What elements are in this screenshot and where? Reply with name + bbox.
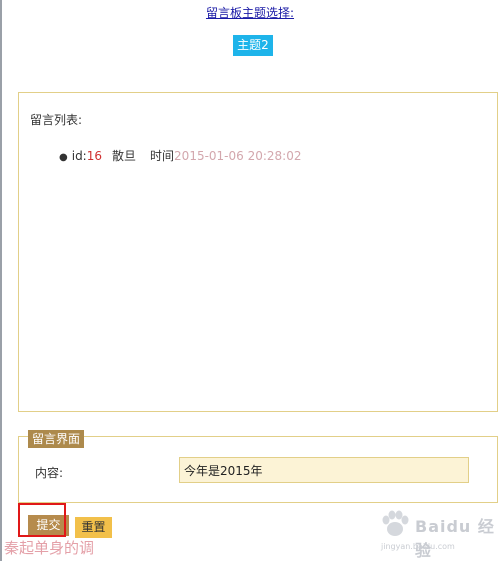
watermark-brand: Baidu 经验 bbox=[415, 517, 495, 560]
theme-selector-link[interactable]: 留言板主题选择: bbox=[0, 4, 500, 21]
submit-button[interactable]: 提交 bbox=[28, 515, 69, 536]
content-input[interactable] bbox=[179, 457, 469, 483]
message-time-label: 时间 bbox=[150, 149, 175, 163]
message-time-value: 2015-01-06 20:28:02 bbox=[174, 149, 302, 163]
window-left-border bbox=[0, 0, 2, 561]
message-author: 散旦 bbox=[112, 149, 137, 163]
reset-button[interactable]: 重置 bbox=[75, 517, 112, 538]
message-list-title: 留言列表: bbox=[30, 113, 83, 127]
form-legend: 留言界面 bbox=[28, 430, 85, 448]
baidu-jingyan-watermark: Baidu 经验 jingyan.baidu.com bbox=[375, 503, 500, 561]
theme-2-button[interactable]: 主题2 bbox=[233, 35, 273, 56]
bullet-icon: ● bbox=[59, 152, 68, 163]
content-label: 内容: bbox=[35, 466, 64, 480]
watermark-text: 秦起单身的调 bbox=[4, 539, 95, 557]
message-id-label: id: bbox=[71, 149, 87, 163]
paw-logo-icon bbox=[382, 510, 409, 536]
message-id-value: 16 bbox=[86, 149, 103, 163]
message-form: 留言界面 内容: bbox=[18, 430, 498, 503]
list-item: ● id:16 散旦 时间2015-01-06 20:28:02 bbox=[59, 147, 302, 164]
message-list-panel: 留言列表: ● id:16 散旦 时间2015-01-06 20:28:02 bbox=[18, 92, 498, 412]
watermark-url: jingyan.baidu.com bbox=[381, 542, 455, 551]
